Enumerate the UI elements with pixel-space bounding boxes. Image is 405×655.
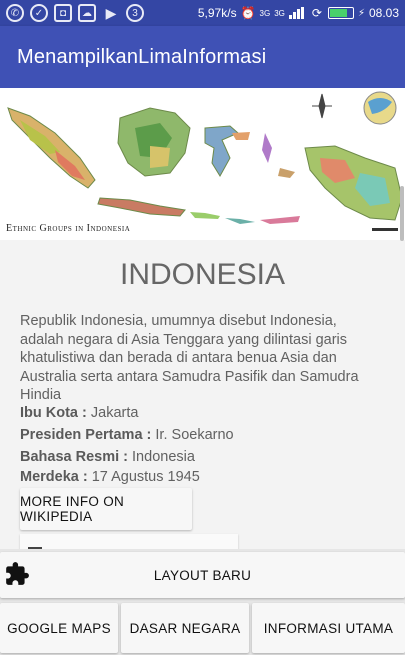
app-notification-icon: ◘: [54, 4, 72, 22]
clock: 08.03: [368, 6, 399, 20]
whatsapp-icon: ✆: [6, 4, 24, 22]
fact-value: Jakarta: [90, 405, 139, 421]
fact-first-president: Presiden Pertama : Ir. Soekarno: [20, 427, 234, 443]
fact-value: Ir. Soekarno: [155, 427, 234, 443]
charging-icon: ⚡: [357, 7, 365, 19]
app-title: MenampilkanLimaInformasi: [17, 45, 267, 68]
sync-icon: ⟳: [311, 6, 322, 20]
fact-capital: Ibu Kota : Jakarta: [20, 405, 138, 421]
map-caption: Ethnic Groups in Indonesia: [6, 223, 131, 234]
scrollbar[interactable]: [400, 186, 404, 241]
battery-icon: [327, 7, 354, 19]
notification-count-icon: 3: [126, 4, 144, 22]
fact-independence: Merdeka : 17 Agustus 1945: [20, 469, 200, 485]
status-bar: ✆ ✓ ◘ ☁ ▶ 3 5,97k/s ⏰ 3G 3G ⟳ ⚡ 08.03: [0, 0, 405, 26]
cloud-icon: ☁: [78, 4, 96, 22]
fact-value: 17 Agustus 1945: [91, 469, 200, 485]
puzzle-icon[interactable]: [4, 561, 30, 587]
indonesia-map-graphic: [0, 88, 405, 240]
dasar-negara-button[interactable]: DASAR NEGARA: [121, 603, 249, 653]
fact-label: Bahasa Resmi :: [20, 449, 128, 465]
wikipedia-button[interactable]: MORE INFO ON WIKIPEDIA: [20, 488, 192, 530]
network-type-2: 3G: [274, 8, 285, 18]
play-store-icon: ▶: [105, 4, 117, 21]
country-description: Republik Indonesia, umumnya disebut Indo…: [20, 313, 359, 403]
fact-label: Merdeka :: [20, 469, 88, 485]
google-maps-button[interactable]: GOOGLE MAPS: [0, 603, 118, 653]
fact-official-language: Bahasa Resmi : Indonesia: [20, 449, 195, 465]
alarm-icon: ⏰: [240, 6, 256, 20]
fact-label: Presiden Pertama :: [20, 427, 152, 443]
country-title: INDONESIA: [119, 258, 286, 291]
network-speed: 5,97k/s: [197, 6, 237, 20]
fact-value: Indonesia: [132, 449, 195, 465]
map-image: Ethnic Groups in Indonesia: [0, 88, 405, 240]
check-icon: ✓: [30, 4, 48, 22]
signal-icon: [288, 7, 304, 19]
app-bar: MenampilkanLimaInformasi: [0, 26, 405, 88]
fact-label: Ibu Kota :: [20, 405, 87, 421]
informasi-utama-button[interactable]: INFORMASI UTAMA: [252, 603, 405, 653]
layout-baru-button[interactable]: LAYOUT BARU: [0, 552, 405, 598]
network-type-1: 3G: [259, 8, 271, 18]
